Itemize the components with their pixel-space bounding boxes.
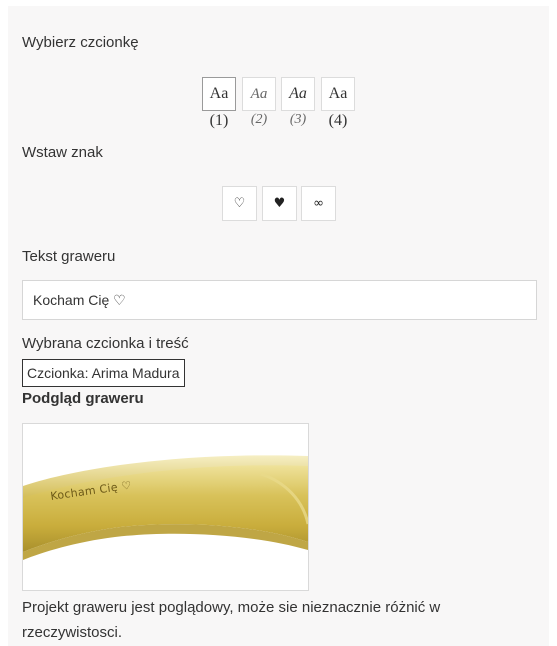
engraving-preview-image: Kocham Cię ♡ xyxy=(22,423,309,591)
ring-illustration: Kocham Cię ♡ xyxy=(23,455,308,560)
disclaimer-note: Projekt graweru jest poglądowy, może sie… xyxy=(22,599,441,641)
summary-section-label: Wybrana czcionka i treść xyxy=(22,335,189,352)
font-option-4[interactable]: Aa xyxy=(321,77,355,111)
font-option-1-number: (1) xyxy=(209,112,229,129)
symbol-section-label: Wstaw znak xyxy=(22,144,103,161)
font-section-label: Wybierz czcionkę xyxy=(22,34,139,51)
text-section-label: Tekst graweru xyxy=(22,248,116,265)
font-option-3-number: (3) xyxy=(289,112,307,127)
symbol-heart-outline-button[interactable]: ♡ xyxy=(222,186,257,221)
font-option-1[interactable]: Aa xyxy=(202,77,236,111)
font-option-2[interactable]: Aa xyxy=(242,77,276,111)
preview-title: Podgląd graweru xyxy=(22,390,144,407)
font-option-3[interactable]: Aa xyxy=(281,77,315,111)
symbol-infinity-button[interactable]: ∞ xyxy=(301,186,336,221)
font-option-2-number: (2) xyxy=(250,112,268,127)
font-summary-field[interactable] xyxy=(22,359,185,387)
engraving-text-input[interactable] xyxy=(22,280,537,320)
symbol-heart-filled-button[interactable]: ♥ xyxy=(262,186,297,221)
font-option-4-number: (4) xyxy=(328,112,348,129)
